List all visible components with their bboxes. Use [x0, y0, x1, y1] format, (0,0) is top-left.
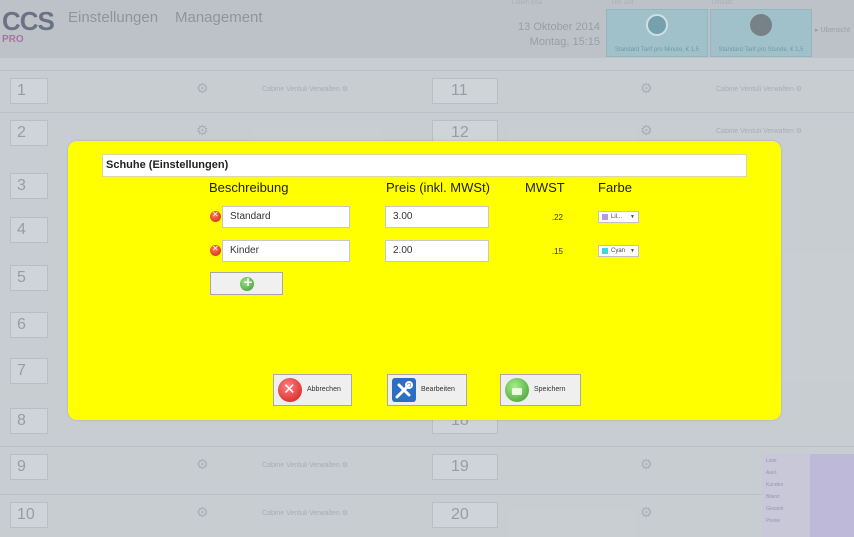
side-panel-chart [810, 454, 854, 537]
color-swatch [602, 214, 608, 220]
top-hint: Umsatz [712, 0, 733, 6]
tools-icon [392, 378, 416, 402]
preis-input[interactable]: 3.00 [385, 206, 489, 228]
cabin-row: 9 ⚙ Cabine Ventuli Verwalten ⚙ 19 ⚙ [0, 446, 854, 488]
add-row-button[interactable] [210, 272, 283, 295]
mwst-value: .15 [551, 247, 563, 256]
delete-row-icon[interactable] [210, 244, 221, 256]
shoes-settings-dialog: Schuhe (Einstellungen) Beschreibung Prei… [68, 141, 781, 420]
ball-icon [750, 14, 772, 36]
gear-icon[interactable]: ⚙ [196, 124, 210, 138]
app-logo: CCS PRO [0, 6, 58, 52]
side-panel-line: Ausl. [766, 470, 778, 476]
side-panel-line: Preise [766, 518, 781, 524]
save-label: Speichern [534, 386, 566, 393]
top-hint: Lorem Ipsa [512, 0, 543, 6]
color-swatch [602, 248, 608, 254]
beschreibung-input[interactable]: Standard [222, 206, 350, 228]
tariff-tile-minute[interactable]: Standard Tarif pro Minute, € 1,5 [606, 9, 708, 57]
farbe-label: Lil... [611, 214, 623, 220]
gear-icon[interactable]: ⚙ [640, 458, 654, 472]
side-panel-line: Liste [766, 458, 777, 464]
preis-input[interactable]: 2.00 [385, 240, 489, 262]
header-beschreibung: Beschreibung [209, 180, 289, 195]
chevron-down-icon: ▼ [630, 248, 635, 254]
date-text: 13 Oktober 2014 [518, 21, 600, 33]
delete-row-icon[interactable] [210, 210, 221, 222]
gear-icon[interactable]: ⚙ [196, 82, 210, 96]
side-info-panel: Liste Ausl. Kunden Bilanz Gesamt Preise [760, 452, 854, 537]
tariff-tile-hour[interactable]: Standard Tarif pro Stunde, € 1,5 [710, 9, 812, 57]
gear-icon[interactable]: ⚙ [640, 124, 654, 138]
cabin-number[interactable]: 3 [10, 173, 48, 199]
cabin-number[interactable]: 19 [432, 454, 498, 480]
gear-icon[interactable]: ⚙ [196, 458, 210, 472]
save-icon [505, 378, 529, 402]
header-farbe: Farbe [598, 180, 632, 195]
header-mwst: MWST [525, 180, 565, 195]
top-bar: CCS PRO Einstellungen Management Lorem I… [0, 0, 854, 58]
menu-einstellungen[interactable]: Einstellungen [68, 9, 158, 26]
cabin-number[interactable]: 2 [10, 120, 48, 146]
menu-management[interactable]: Management [175, 9, 263, 26]
cabin-number[interactable]: 11 [432, 78, 498, 104]
cancel-button[interactable]: Abbrechen [273, 374, 352, 406]
top-hint: Uhr Zeit [612, 0, 634, 6]
chevron-down-icon: ▼ [630, 214, 635, 220]
row-text: Cabine Ventuli Verwalten ⚙ [262, 462, 349, 469]
date-display: 13 Oktober 2014 Montag, 15:15 [496, 20, 600, 56]
cancel-label: Abbrechen [307, 386, 341, 393]
side-panel-list: Liste Ausl. Kunden Bilanz Gesamt Preise [762, 454, 810, 537]
dialog-title: Schuhe (Einstellungen) [102, 154, 747, 177]
cancel-icon [278, 378, 302, 402]
edit-button[interactable]: Bearbeiten [387, 374, 467, 406]
side-panel-line: Kunden [766, 482, 784, 488]
tile-label: Standard Tarif pro Minute, € 1,5 [615, 47, 699, 53]
logo-main: CCS [2, 6, 55, 36]
cabin-number[interactable]: 7 [10, 358, 48, 384]
save-button[interactable]: Speichern [500, 374, 581, 406]
cabin-number[interactable]: 4 [10, 217, 48, 243]
farbe-select[interactable]: Lil... ▼ [598, 211, 639, 223]
cabin-number[interactable]: 6 [10, 312, 48, 338]
row-text: Cabine Ventuli Verwalten ⚙ [262, 510, 349, 517]
side-panel-line: Bilanz [766, 494, 780, 500]
tile-label: Standard Tarif pro Stunde, € 1,5 [718, 47, 804, 53]
cabin-number[interactable]: 1 [10, 78, 48, 104]
edit-label: Bearbeiten [421, 386, 455, 393]
farbe-select[interactable]: Cyan ▼ [598, 245, 639, 257]
row-text: Cabine Ventuli Verwalten ⚙ [262, 86, 349, 93]
cabin-number[interactable]: 20 [432, 502, 498, 528]
logo-sub: PRO [2, 34, 24, 45]
clock-icon [646, 14, 668, 36]
cabin-number[interactable]: 10 [10, 502, 48, 528]
overview-link[interactable]: ▸ Ubersicht [815, 26, 850, 34]
cabin-number[interactable]: 5 [10, 265, 48, 291]
mwst-value: .22 [551, 213, 563, 222]
row-text: Cabine Ventuli Verwalten ⚙ [716, 86, 803, 93]
cabin-row: 1 ⚙ Cabine Ventuli Verwalten ⚙ 11 ⚙ Cabi… [0, 70, 854, 112]
add-icon [240, 275, 254, 291]
cabin-row: 10 ⚙ Cabine Ventuli Verwalten ⚙ 20 ⚙ [0, 494, 854, 536]
header-preis: Preis (inkl. MWSt) [386, 180, 490, 195]
time-text: Montag, 15:15 [529, 36, 600, 48]
gear-icon[interactable]: ⚙ [640, 506, 654, 520]
farbe-label: Cyan [611, 248, 626, 254]
beschreibung-input[interactable]: Kinder [222, 240, 350, 262]
cabin-number[interactable]: 9 [10, 454, 48, 480]
gear-icon[interactable]: ⚙ [196, 506, 210, 520]
gear-icon[interactable]: ⚙ [640, 82, 654, 96]
cabin-number[interactable]: 8 [10, 408, 48, 434]
side-panel-line: Gesamt [766, 506, 784, 512]
row-text: Cabine Ventuli Verwalten ⚙ [716, 128, 803, 135]
